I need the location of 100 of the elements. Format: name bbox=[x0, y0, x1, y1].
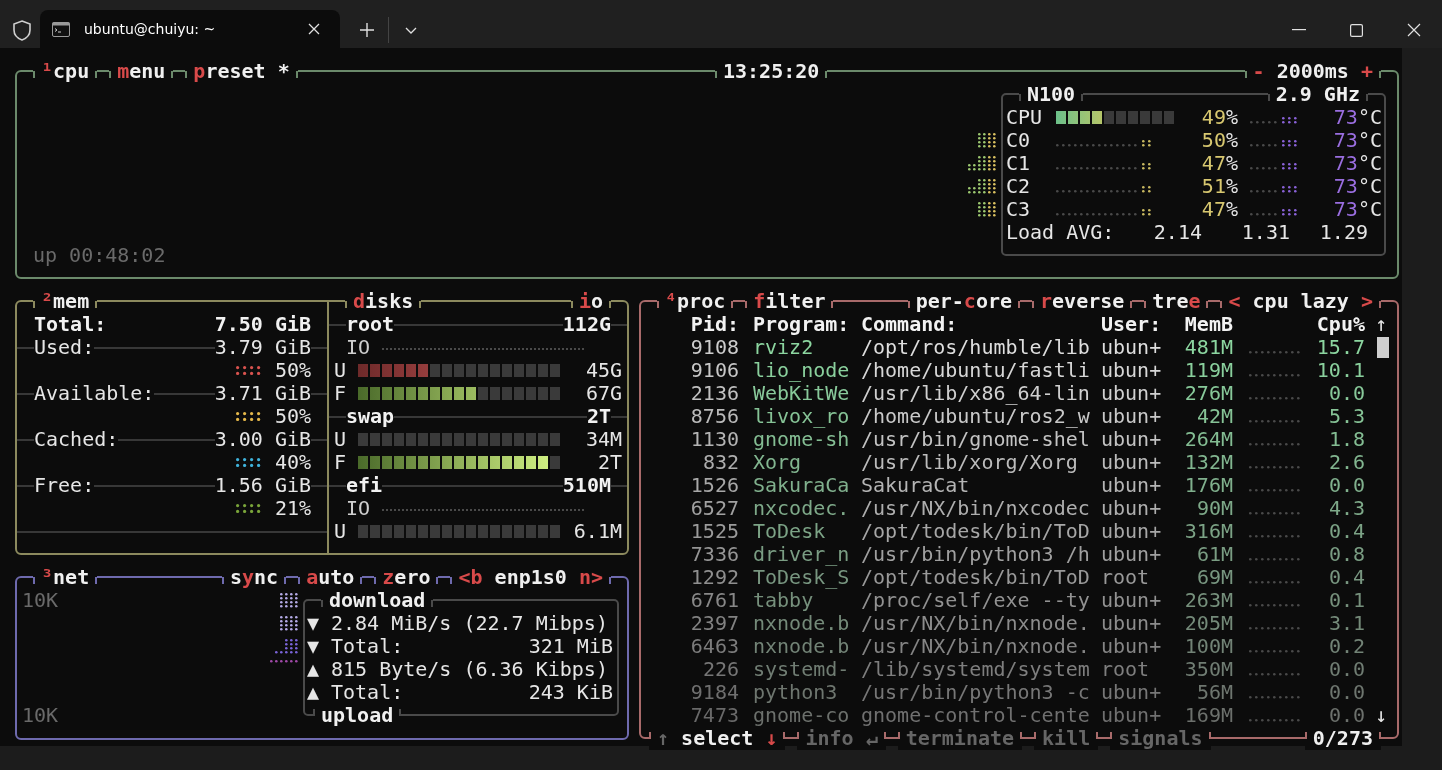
temperature-sparkline bbox=[1250, 116, 1297, 124]
cpu-sparkline bbox=[1249, 534, 1300, 538]
temperature-sparkline bbox=[1250, 185, 1297, 193]
user-cell-text: ubun+ bbox=[1101, 450, 1163, 474]
program-cell-text: gnome-co bbox=[752, 703, 851, 727]
column-header: MemB bbox=[1183, 312, 1233, 336]
program-cell-text: systemd- bbox=[752, 657, 851, 681]
cpu-cell-text: 0.0 bbox=[1327, 680, 1365, 704]
memory-cell-text: 169M bbox=[1183, 703, 1233, 727]
program-cell-text: ToDesk bbox=[752, 519, 827, 543]
usage-percent: 49% bbox=[1200, 105, 1238, 129]
memory-percent: 21% bbox=[274, 496, 311, 520]
cpu-sparkline bbox=[1249, 442, 1300, 446]
minimize-icon[interactable] bbox=[1292, 29, 1306, 31]
memory-cell-text: 100M bbox=[1183, 634, 1233, 658]
cpu-cell-text: 2.6 bbox=[1327, 450, 1365, 474]
program-cell-text: driver_n bbox=[752, 542, 851, 566]
memory-cell-text: 276M bbox=[1183, 381, 1233, 405]
pid-cell-text: 6463 bbox=[689, 634, 739, 658]
memory-cell-text: 176M bbox=[1183, 473, 1233, 497]
column-header: Pid: bbox=[690, 312, 739, 336]
program-cell-text: livox_ro bbox=[752, 404, 851, 428]
terminal-tab[interactable]: ubuntu@chuiyu: ~ bbox=[40, 10, 340, 48]
maximize-icon[interactable] bbox=[1350, 23, 1363, 37]
network-value: 321 MiB bbox=[528, 634, 613, 658]
user-cell-text: ubun+ bbox=[1101, 542, 1163, 566]
pid-cell-text: 1130 bbox=[689, 427, 739, 451]
command-cell-text: gnome-control-cente bbox=[861, 703, 1091, 727]
command-cell-text: /home/ubuntu/fastli bbox=[861, 358, 1091, 382]
meter-label: U bbox=[334, 358, 347, 382]
close-icon[interactable] bbox=[1407, 23, 1421, 37]
network-stat: Total: bbox=[331, 634, 405, 658]
command-cell-text: /usr/lib/x86_64-lin bbox=[861, 381, 1091, 405]
scale-label: 10K bbox=[22, 703, 59, 727]
program-cell-text: nxnode.b bbox=[752, 611, 851, 635]
pid-cell-text: 7336 bbox=[689, 542, 739, 566]
user-cell-text: ubun+ bbox=[1101, 519, 1163, 543]
column-header: User: bbox=[1101, 312, 1163, 336]
temperature: 73°C bbox=[1332, 197, 1382, 221]
program-cell-text: WebKitWe bbox=[752, 381, 851, 405]
memory-cell-text: 350M bbox=[1183, 657, 1233, 681]
pid-cell-text: 7473 bbox=[689, 703, 739, 727]
program-cell-text: tabby bbox=[752, 588, 814, 612]
load-value: 1.31 bbox=[1240, 220, 1290, 244]
temperature: 73°C bbox=[1332, 105, 1382, 129]
plus-icon[interactable] bbox=[360, 23, 374, 37]
close-icon[interactable] bbox=[308, 23, 320, 35]
user-cell-text: ubun+ bbox=[1101, 611, 1163, 635]
triangle-icon: ▲ bbox=[307, 657, 331, 681]
column-header: Program: bbox=[752, 312, 851, 336]
scrollbar-thumb[interactable] bbox=[1377, 336, 1389, 358]
memory-percent: 50% bbox=[274, 404, 311, 428]
cpu-cell-text: 0.0 bbox=[1327, 703, 1365, 727]
cpu-sparkline bbox=[1249, 649, 1300, 653]
meter-label: F bbox=[334, 381, 347, 405]
network-stat: 815 Byte/s (6.36 Kibps) bbox=[331, 657, 609, 681]
program-cell-text: SakuraCa bbox=[752, 473, 851, 497]
pid-cell-text: 8756 bbox=[689, 404, 739, 428]
disk-value: 6.1M bbox=[572, 519, 622, 543]
command-cell-text: /opt/ros/humble/lib bbox=[861, 335, 1091, 359]
program-cell-text: ToDesk_S bbox=[752, 565, 851, 589]
chevron-down-icon[interactable] bbox=[405, 26, 417, 34]
pid-cell-text: 226 bbox=[701, 657, 739, 681]
cpu-cell-text: 15.7 bbox=[1315, 335, 1365, 359]
triangle-icon: ▼ bbox=[307, 611, 331, 635]
cpu-cell-text: 10.1 bbox=[1315, 358, 1365, 382]
scroll-down-arrow[interactable]: ↓ bbox=[1375, 703, 1391, 727]
column-header: Command: bbox=[861, 312, 958, 336]
memory-cell-text: 119M bbox=[1183, 358, 1233, 382]
triangle-icon: ▲ bbox=[307, 680, 331, 704]
usage-percent: 47% bbox=[1200, 151, 1238, 175]
cpu-sparkline bbox=[1249, 373, 1300, 377]
load-value: 1.29 bbox=[1318, 220, 1368, 244]
scroll-up-arrow[interactable]: ↑ bbox=[1375, 312, 1391, 336]
core-label: C0 bbox=[1006, 128, 1032, 152]
memory-cell-text: 263M bbox=[1183, 588, 1233, 612]
command-cell-text: /home/ubuntu/ros2_w bbox=[861, 404, 1091, 428]
uptime: up 00:48:02 bbox=[33, 243, 166, 267]
terminal-icon bbox=[52, 21, 70, 37]
cpu-sparkline bbox=[1249, 580, 1300, 584]
user-cell-text: ubun+ bbox=[1101, 496, 1163, 520]
disk-value: 67G bbox=[584, 381, 622, 405]
pid-cell-text: 6761 bbox=[689, 588, 739, 612]
cpu-cell-text: 5.3 bbox=[1327, 404, 1365, 428]
pid-cell-text: 1525 bbox=[689, 519, 739, 543]
network-value: 243 KiB bbox=[528, 680, 613, 704]
io-label: IO bbox=[346, 496, 371, 520]
pid-cell-text: 9106 bbox=[689, 358, 739, 382]
program-cell-text: lio_node bbox=[752, 358, 851, 382]
cpu-sparkline bbox=[1249, 626, 1300, 630]
command-cell-text: /usr/NX/bin/nxnode. bbox=[861, 611, 1091, 635]
cpu-sparkline bbox=[1249, 488, 1300, 492]
temperature: 73°C bbox=[1332, 128, 1382, 152]
command-cell-text: /usr/NX/bin/nxcodec bbox=[861, 496, 1091, 520]
user-cell-text: ubun+ bbox=[1101, 473, 1163, 497]
command-cell-text: /usr/bin/python3 -c bbox=[861, 680, 1091, 704]
memory-percent: 50% bbox=[274, 358, 311, 382]
pid-cell-text: 9184 bbox=[689, 680, 739, 704]
disk-value: 34M bbox=[584, 427, 622, 451]
core-label: C2 bbox=[1006, 174, 1032, 198]
